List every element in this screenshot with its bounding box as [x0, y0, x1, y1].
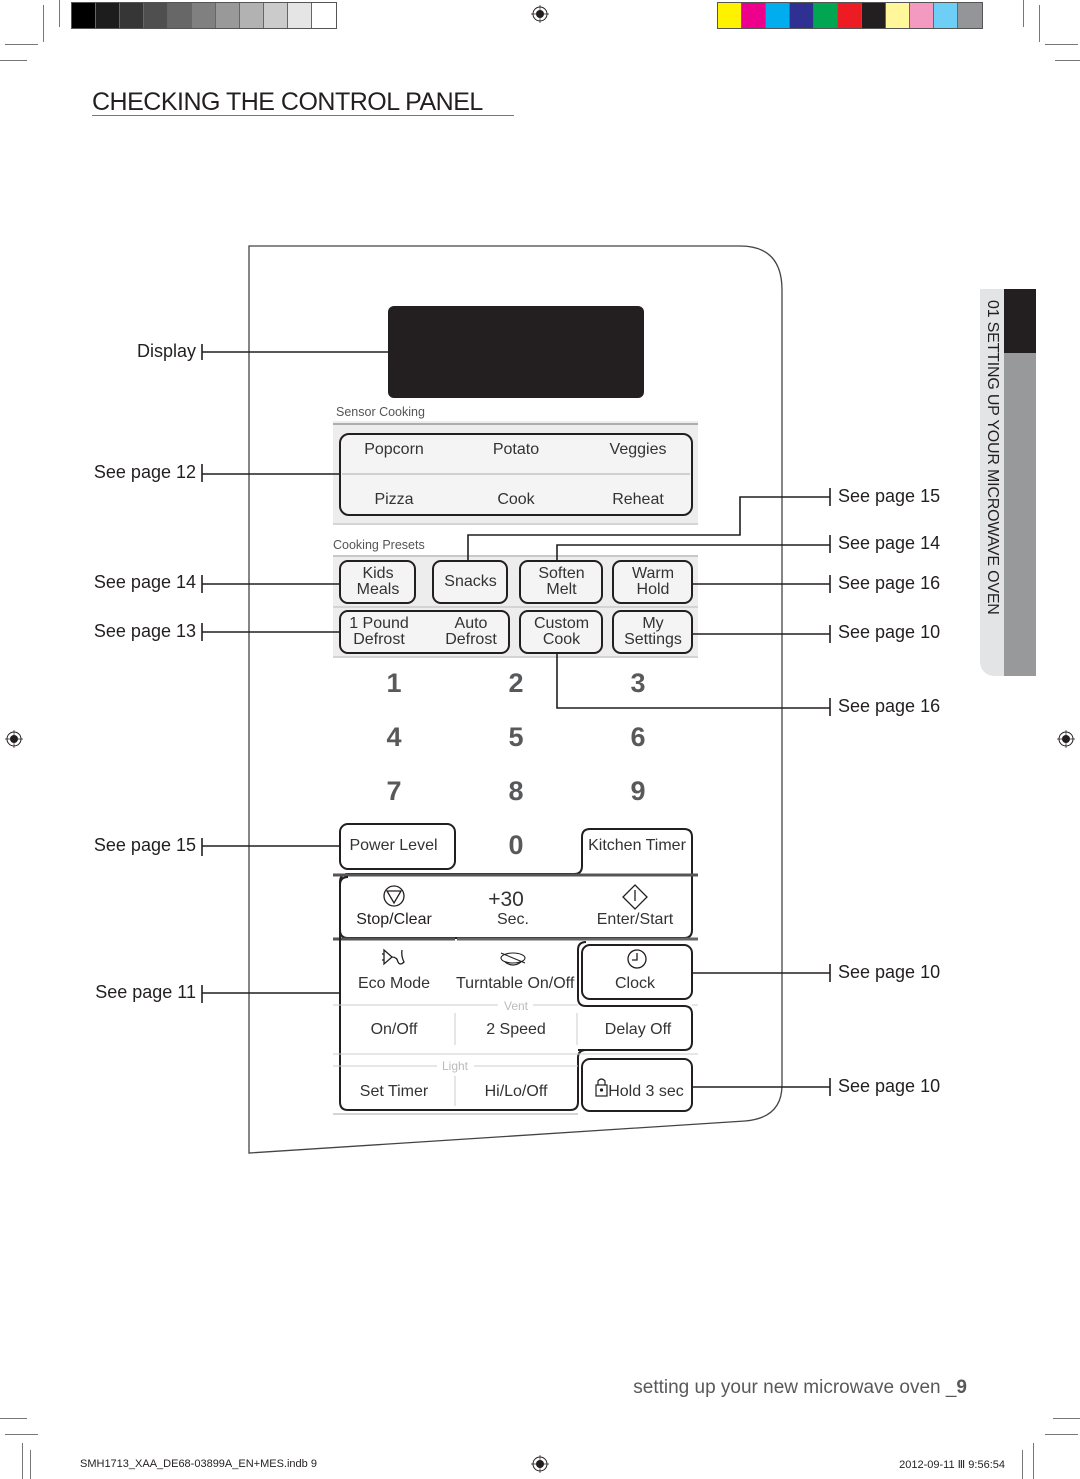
digit-5-key[interactable]: 5: [496, 722, 536, 753]
warm-hold-button[interactable]: Warm Hold: [613, 566, 693, 598]
vent-2-speed-button[interactable]: 2 Speed: [466, 1022, 566, 1038]
snacks-button[interactable]: Snacks: [433, 574, 508, 590]
plus-30-button[interactable]: +30: [466, 889, 546, 910]
cook-key[interactable]: Cook: [466, 492, 566, 508]
custom-cook-line1: Custom: [533, 615, 590, 632]
auto-defrost-button[interactable]: Auto Defrost: [434, 616, 508, 648]
digit-6-key[interactable]: 6: [618, 722, 658, 753]
power-level-button[interactable]: Power Level: [340, 838, 447, 854]
potato-key[interactable]: Potato: [466, 442, 566, 458]
callout-hold: See page 10: [838, 1076, 941, 1096]
veggies-key[interactable]: Veggies: [588, 442, 688, 458]
callout-sensor-cooking: See page 12: [93, 462, 196, 482]
kids-meals-line1: Kids: [362, 565, 394, 582]
reheat-key[interactable]: Reheat: [588, 492, 688, 508]
callout-lower-group: See page 11: [95, 982, 196, 1002]
digit-0-key[interactable]: 0: [496, 830, 536, 861]
one-pound-defrost-line1: 1 Pound: [349, 615, 409, 632]
sensor-cooking-label: Sensor Cooking: [336, 405, 425, 419]
kitchen-timer-button[interactable]: Kitchen Timer: [582, 838, 692, 854]
eco-mode-button[interactable]: Eco Mode: [344, 976, 444, 992]
warm-hold-line2: Hold: [636, 581, 670, 598]
callout-clock: See page 10: [838, 962, 941, 982]
turntable-button[interactable]: Turntable On/Off: [456, 976, 574, 992]
light-label: Light: [441, 1059, 469, 1073]
warm-hold-line1: Warm: [631, 565, 675, 582]
callout-power-level: See page 15: [93, 835, 196, 855]
display-screen: [388, 306, 644, 398]
control-panel-diagram: [201, 245, 831, 1154]
auto-defrost-line1: Auto: [454, 615, 488, 632]
digit-8-key[interactable]: 8: [496, 776, 536, 807]
light-set-timer-button[interactable]: Set Timer: [344, 1084, 444, 1100]
soften-melt-button[interactable]: Soften Melt: [520, 566, 603, 598]
custom-cook-line2: Cook: [542, 631, 581, 648]
turntable-icon: [500, 952, 526, 966]
callout-display: Display: [136, 341, 196, 361]
one-pound-defrost-button[interactable]: 1 Pound Defrost: [342, 616, 416, 648]
my-settings-button[interactable]: My Settings: [613, 616, 693, 648]
callout-warm-hold: See page 16: [838, 573, 941, 593]
enter-start-button[interactable]: Enter/Start: [585, 912, 685, 928]
clock-button[interactable]: Clock: [585, 976, 685, 992]
light-hi-lo-off-button[interactable]: Hi/Lo/Off: [466, 1084, 566, 1100]
callout-snacks: See page 15: [838, 486, 941, 506]
stop-clear-button[interactable]: Stop/Clear: [344, 912, 444, 928]
footer-section-title: setting up your new microwave oven _9: [633, 1377, 967, 1399]
callout-soften-melt: See page 14: [838, 533, 941, 553]
vent-on-off-button[interactable]: On/Off: [344, 1022, 444, 1038]
auto-defrost-line2: Defrost: [445, 631, 497, 648]
digit-7-key[interactable]: 7: [374, 776, 414, 807]
footer-page-number: 9: [956, 1377, 967, 1398]
digit-2-key[interactable]: 2: [496, 668, 536, 699]
my-settings-line2: Settings: [624, 631, 682, 648]
cooking-presets-label: Cooking Presets: [333, 538, 425, 552]
popcorn-key[interactable]: Popcorn: [344, 442, 444, 458]
callout-defrost: See page 13: [93, 621, 196, 641]
plus-30-sec-label: Sec.: [496, 911, 529, 928]
soften-melt-line1: Soften: [538, 565, 585, 582]
hold-3-sec-button[interactable]: Hold 3 sec: [608, 1084, 684, 1100]
footer-section-label: setting up your new microwave oven _: [633, 1377, 957, 1398]
kids-meals-button[interactable]: Kids Meals: [340, 566, 416, 598]
vent-delay-off-button[interactable]: Delay Off: [588, 1022, 688, 1038]
pizza-key[interactable]: Pizza: [344, 492, 444, 508]
digit-9-key[interactable]: 9: [618, 776, 658, 807]
custom-cook-button[interactable]: Custom Cook: [520, 616, 603, 648]
my-settings-line1: My: [642, 615, 664, 632]
soften-melt-line2: Melt: [546, 581, 577, 598]
one-pound-defrost-line2: Defrost: [353, 631, 405, 648]
slug-filename: SMH1713_XAA_DE68-03899A_EN+MES.indb 9: [80, 1458, 317, 1470]
slug-timestamp: 2012-09-11 Ⅲ 9:56:54: [899, 1459, 1005, 1471]
digit-4-key[interactable]: 4: [374, 722, 414, 753]
callout-custom-cook: See page 16: [838, 696, 941, 716]
vent-label: Vent: [503, 999, 529, 1013]
callout-my-settings: See page 10: [838, 622, 941, 642]
digit-3-key[interactable]: 3: [618, 668, 658, 699]
callout-kids-meals: See page 14: [93, 572, 196, 592]
kids-meals-line2: Meals: [356, 581, 400, 598]
digit-1-key[interactable]: 1: [374, 668, 414, 699]
eco-plug-icon: [382, 948, 405, 966]
